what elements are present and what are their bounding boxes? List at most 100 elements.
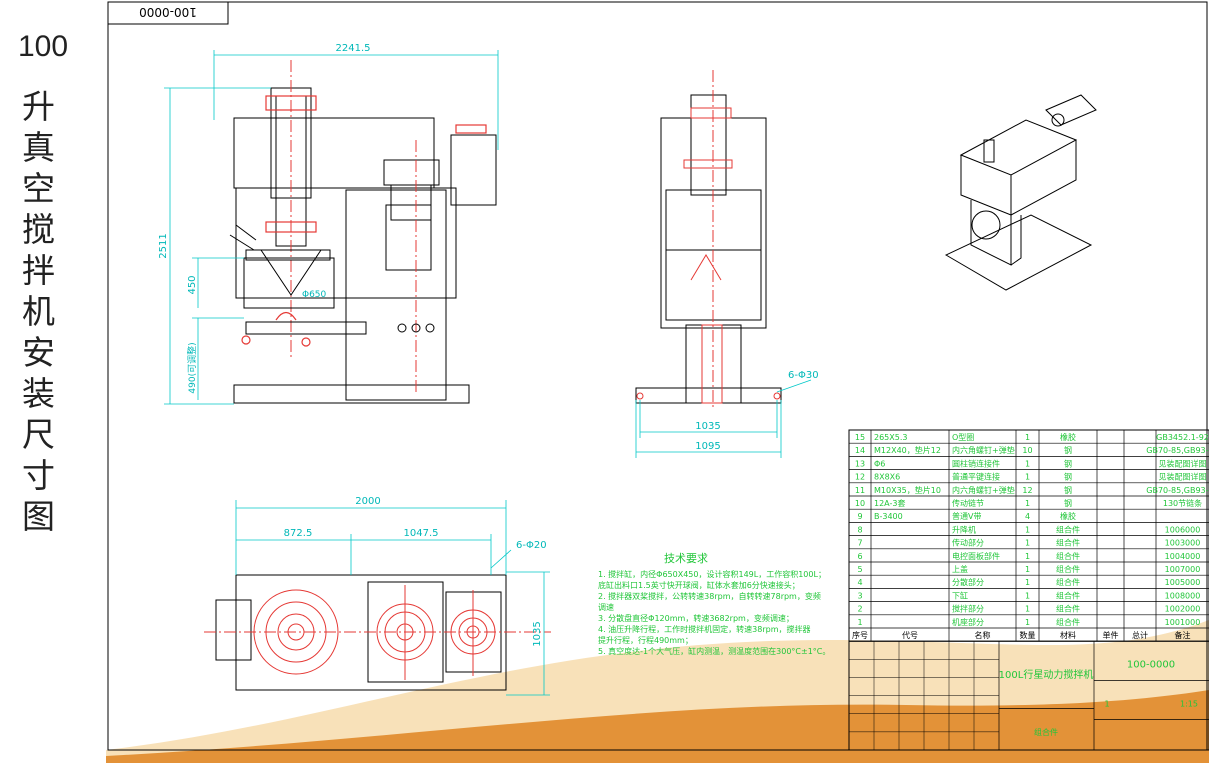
bom-cell: 3 [857, 591, 862, 600]
bom-cell: 橡胶 [1060, 511, 1076, 521]
bom-cell: 13 [855, 459, 865, 468]
tech-line: 4. 油压升降行程，工作时搅拌机固定，转速38rpm，搅拌器 [598, 624, 811, 634]
bom-header-cell: 数量 [1020, 630, 1036, 640]
bom-cell: 4 [857, 578, 862, 587]
bom-cell: Φ6 [874, 459, 885, 468]
bom-header-cell: 材料 [1060, 630, 1076, 640]
bom-cell: 见装配图详图 [1159, 458, 1207, 468]
front-dimension-lines [164, 50, 499, 405]
bom-cell: 11 [855, 486, 865, 495]
bom-cell: 电控面板部件 [952, 551, 1000, 561]
bom-header-cell: 序号 [852, 630, 868, 640]
bom-cell: 1 [1025, 591, 1030, 600]
bom-cell: 传动部分 [952, 538, 984, 548]
bom-cell: 130节链条 [1163, 498, 1202, 508]
dim-front-450: 450 [187, 275, 198, 294]
bom-cell: 机座部分 [952, 617, 984, 627]
product-name: 100L行星动力搅拌机 [999, 668, 1094, 681]
bom-header-cell: 备注 [1175, 630, 1191, 640]
bom-cell: 10 [1022, 446, 1032, 455]
bom-cell: 14 [855, 446, 865, 455]
bom-cell: 1 [1025, 473, 1030, 482]
tech-line: 调速 [598, 603, 614, 612]
bom-cell: 1006000 [1165, 525, 1201, 534]
bom-cell: 1 [1025, 459, 1030, 468]
bom-cell: 1 [1025, 539, 1030, 548]
bom-cell: 1007000 [1165, 565, 1201, 574]
bom-cell: 1008000 [1165, 591, 1201, 600]
bom-cell: 6 [857, 552, 862, 561]
bom-cell: M12X40，垫片12 [874, 445, 941, 455]
bom-cell: 橡胶 [1060, 432, 1076, 442]
tech-line: 2. 搅拌器双桨搅拌，公转转速38rpm，自转转速78rpm，变频 [598, 591, 821, 601]
dim-front-height: 2511 [158, 233, 169, 258]
scale: 1:15 [1180, 699, 1198, 708]
side-view [635, 70, 782, 410]
bom-cell: 组合件 [1056, 590, 1080, 600]
bom-cell: 搅拌部分 [952, 604, 984, 614]
bom-cell: 12 [855, 473, 865, 482]
bom-cell: 1005000 [1165, 578, 1201, 587]
bom-cell: 内六角螺钉+弹垫 [952, 445, 1015, 455]
bom-cell: 钢 [1064, 458, 1072, 468]
title-number: 100 [18, 30, 69, 63]
bom-cell: 组合件 [1056, 538, 1080, 548]
bom-cell: 传动链节 [952, 498, 984, 508]
bom-cell: 15 [855, 433, 865, 442]
bom-cell: 1 [1025, 565, 1030, 574]
bom-cell: 10 [855, 499, 865, 508]
bom-cell: 7 [857, 539, 862, 548]
bom-cell: GB3452.1-92 [1156, 433, 1209, 442]
bom-cell: 见装配图详图 [1159, 472, 1207, 482]
assembly-label: 组合件 [1034, 727, 1058, 737]
bom-cell: 升降机 [952, 524, 976, 534]
bom-cell: 12A-3套 [874, 498, 905, 508]
bom-cell: 1001000 [1165, 618, 1201, 627]
side-view-red-details [636, 107, 781, 404]
bom-cell: 1003000 [1165, 539, 1201, 548]
dim-top-holes: 6-Φ20 [516, 540, 547, 551]
bom-cell: 1 [1025, 499, 1030, 508]
dim-side-1035: 1035 [695, 421, 720, 432]
bom-cell: 1 [1025, 525, 1030, 534]
bom-cell: O型圈 [952, 433, 974, 442]
dim-top-1047: 1047.5 [404, 528, 439, 539]
bom-cell: 1 [1025, 618, 1030, 627]
bom-cell: 4 [1025, 512, 1030, 521]
bom-cell: GB70-85,GB93-87 [1146, 486, 1209, 495]
bom-header-cell: 代号 [902, 630, 918, 640]
bom-cell: 上盖 [952, 564, 968, 574]
title-strip: 100 升真空搅拌机安装尺寸图 [0, 0, 106, 763]
side-dimension-lines [635, 379, 812, 458]
dim-side-1095: 1095 [695, 441, 720, 452]
bom-cell: 8X8X6 [874, 473, 900, 482]
bom-cell: 组合件 [1056, 564, 1080, 574]
bom-cell: GB70-85,GB93-87 [1146, 446, 1209, 455]
tech-line: 底缸出料口1.5英寸快开球阀，缸体水套加6分快速接头； [598, 580, 800, 590]
bom-cell: 2 [857, 605, 862, 614]
bom-header-cell: 总计 [1132, 630, 1148, 640]
bom-cell: 圆柱销连接件 [952, 458, 1000, 468]
dim-top-2000: 2000 [355, 496, 380, 507]
bom-cell: 内六角螺钉+弹垫 [952, 485, 1015, 495]
tech-line: 1. 搅拌缸，内径Φ650X450，设计容积149L，工作容积100L； [598, 569, 826, 579]
bom-cell: 普通V带 [952, 511, 981, 521]
bom-cell: B-3400 [874, 512, 903, 521]
bom-cell: 钢 [1064, 485, 1072, 495]
bom-cell: 12 [1022, 486, 1032, 495]
bom-cell: 5 [857, 565, 862, 574]
bom-cell: 钢 [1064, 472, 1072, 482]
dim-front-width: 2241.5 [336, 43, 371, 54]
bom-cell: 组合件 [1056, 577, 1080, 587]
bom-cell: 钢 [1064, 445, 1072, 455]
bom-cell: 分散部分 [952, 577, 984, 587]
bom-cell: 1 [1025, 552, 1030, 561]
dim-side-holes: 6-Φ30 [788, 370, 819, 381]
dim-front-650: Φ650 [302, 290, 327, 300]
dim-top-872: 872.5 [284, 528, 313, 539]
bom-cell: 1 [857, 618, 862, 627]
drawing-no: 100-0000 [1127, 659, 1175, 670]
bom-cell: 1 [1025, 433, 1030, 442]
title-text: 升真空搅拌机安装尺寸图 [22, 87, 55, 536]
bom-cell: 组合件 [1056, 604, 1080, 614]
